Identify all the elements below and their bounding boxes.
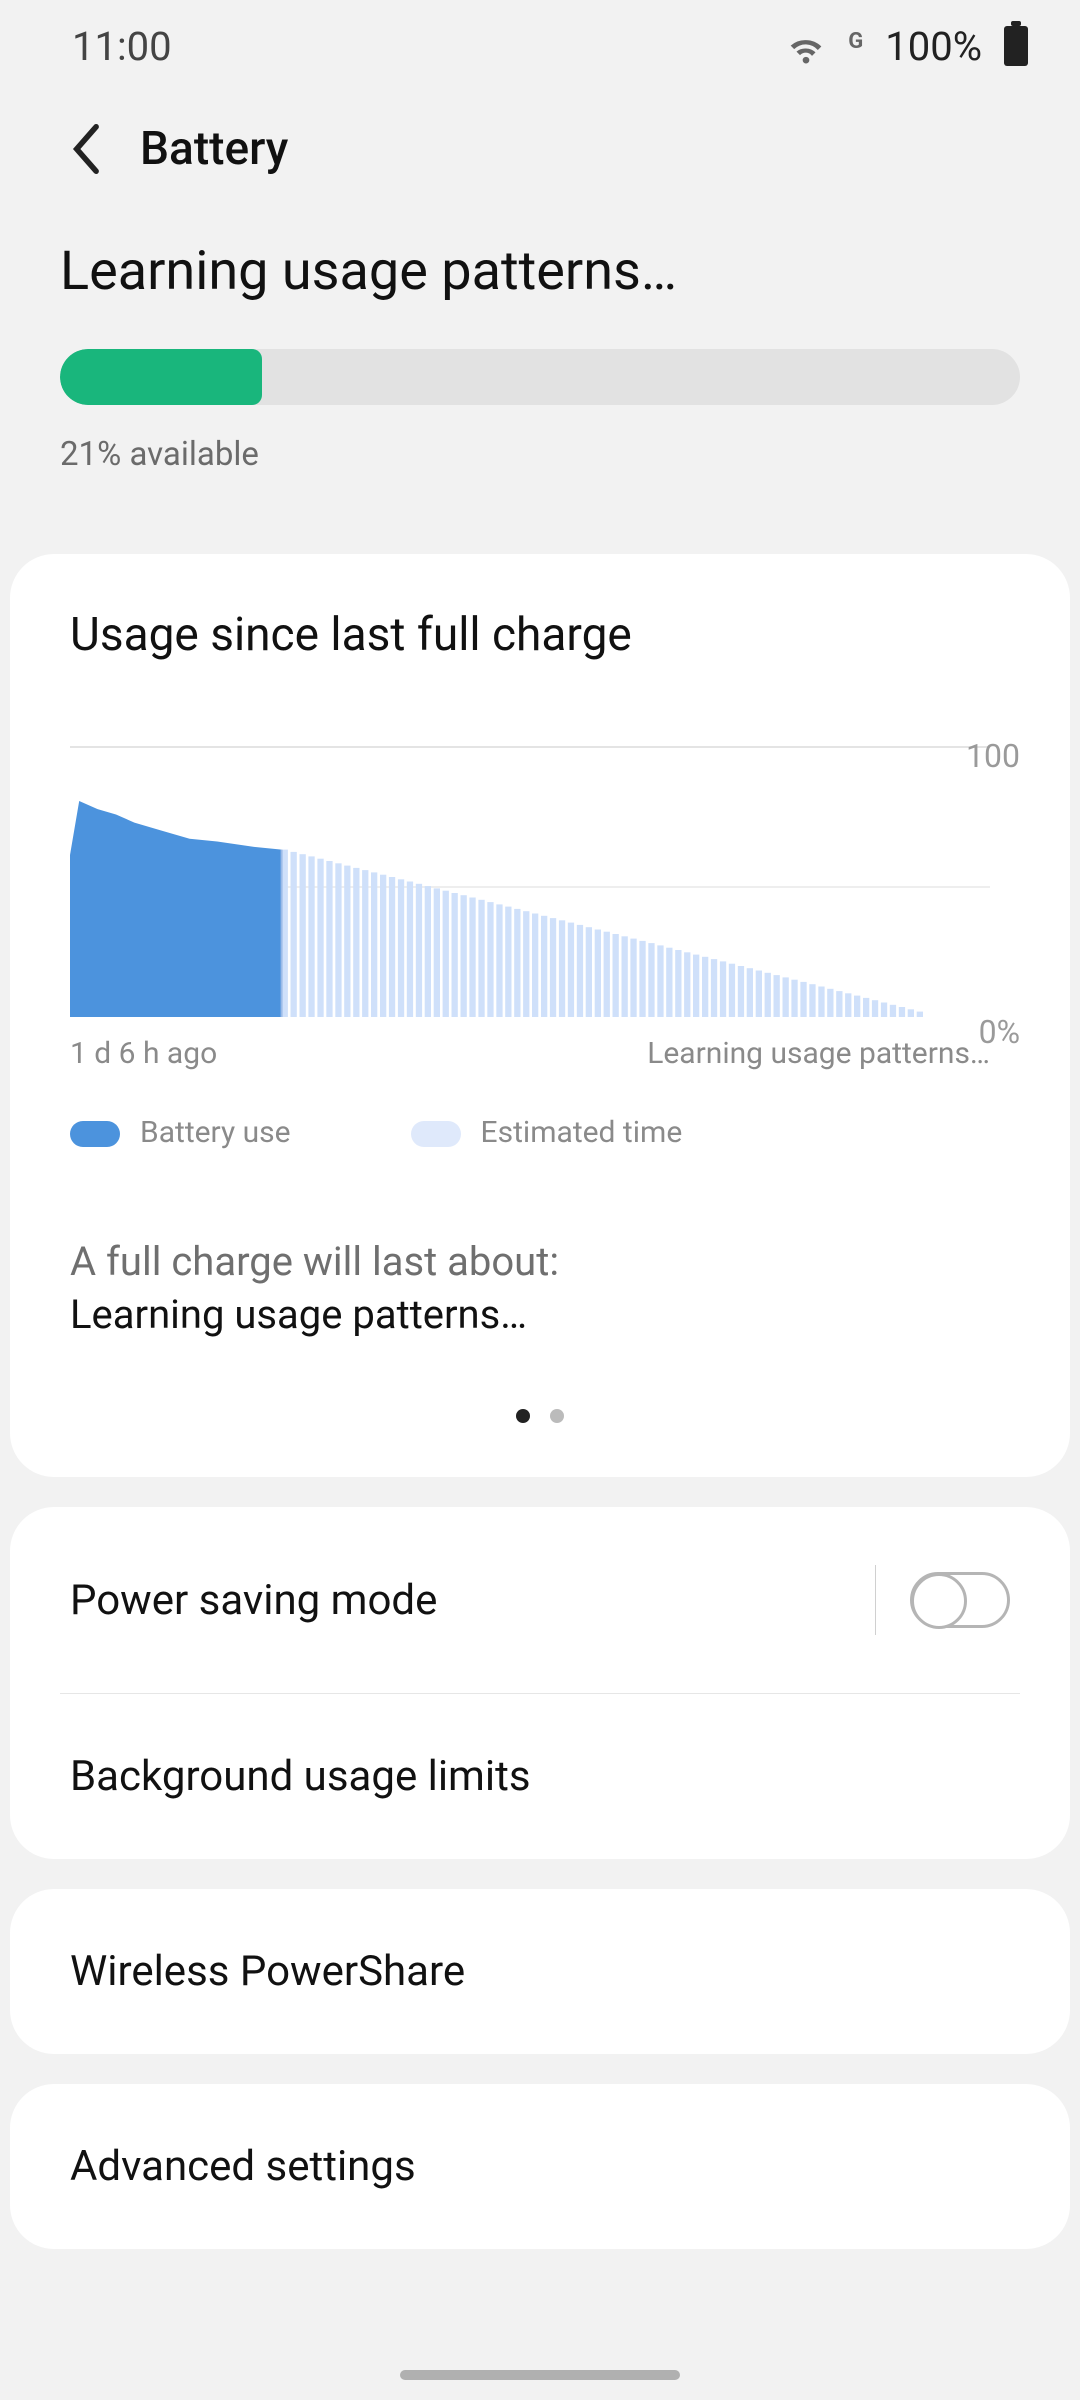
row-power-saving-label: Power saving mode bbox=[70, 1576, 437, 1625]
chart-legend: Battery use Estimated time bbox=[70, 1115, 1010, 1150]
status-right: G 100% bbox=[786, 23, 1028, 70]
status-battery-pct: 100% bbox=[885, 23, 982, 70]
row-powershare-label: Wireless PowerShare bbox=[70, 1947, 465, 1996]
power-saving-toggle[interactable] bbox=[910, 1572, 1010, 1628]
settings-group-1: Power saving mode Background usage limit… bbox=[10, 1507, 1070, 1859]
legend-swatch-est bbox=[411, 1121, 461, 1147]
battery-bar-fill bbox=[60, 349, 262, 405]
toggle-knob bbox=[911, 1573, 967, 1629]
chevron-left-icon bbox=[68, 124, 102, 174]
network-type: G bbox=[848, 29, 863, 64]
usage-title: Usage since last full charge bbox=[70, 608, 1010, 662]
row-bg-limits-label: Background usage limits bbox=[70, 1752, 531, 1801]
battery-hero: Learning usage patterns… 21% available bbox=[0, 206, 1080, 524]
row-advanced-label: Advanced settings bbox=[70, 2142, 416, 2191]
row-powershare[interactable]: Wireless PowerShare bbox=[10, 1889, 1070, 2054]
legend-swatch-use bbox=[70, 1121, 120, 1147]
estimate-line1: A full charge will last about: bbox=[70, 1238, 1010, 1285]
row-bg-limits[interactable]: Background usage limits bbox=[10, 1694, 1070, 1859]
nav-indicator[interactable] bbox=[400, 2370, 680, 2380]
app-bar: Battery bbox=[0, 92, 1080, 206]
page-dots[interactable] bbox=[70, 1408, 1010, 1427]
toggle-divider bbox=[875, 1565, 876, 1635]
settings-group-2: Wireless PowerShare bbox=[10, 1889, 1070, 2054]
y-axis-bottom: 0% bbox=[979, 1013, 1020, 1051]
status-time: 11:00 bbox=[72, 23, 172, 70]
legend-use-label: Battery use bbox=[140, 1115, 291, 1150]
legend-est-label: Estimated time bbox=[481, 1115, 683, 1150]
estimate-line2: Learning usage patterns… bbox=[70, 1291, 1010, 1338]
back-button[interactable] bbox=[60, 124, 110, 174]
usage-chart: 100 0% 1 d 6 h ago Learning usage patter… bbox=[70, 742, 1010, 1071]
dot-2 bbox=[550, 1409, 564, 1423]
battery-bar bbox=[60, 349, 1020, 405]
row-advanced[interactable]: Advanced settings bbox=[10, 2084, 1070, 2249]
chart-svg bbox=[70, 742, 990, 1032]
dot-1 bbox=[516, 1409, 530, 1423]
estimate-block: A full charge will last about: Learning … bbox=[70, 1238, 1010, 1338]
x-axis-right: Learning usage patterns… bbox=[647, 1036, 990, 1071]
x-axis-left: 1 d 6 h ago bbox=[70, 1036, 217, 1071]
settings-group-3: Advanced settings bbox=[10, 2084, 1070, 2249]
status-bar: 11:00 G 100% bbox=[0, 0, 1080, 92]
learning-heading: Learning usage patterns… bbox=[60, 240, 1020, 349]
available-text: 21% available bbox=[60, 405, 1020, 474]
page-title: Battery bbox=[140, 122, 288, 176]
usage-card[interactable]: Usage since last full charge 100 0% 1 d … bbox=[10, 554, 1070, 1477]
y-axis-top: 100 bbox=[966, 737, 1020, 775]
battery-icon bbox=[1004, 26, 1028, 66]
wifi-icon bbox=[786, 26, 826, 66]
row-power-saving[interactable]: Power saving mode bbox=[10, 1507, 1070, 1693]
